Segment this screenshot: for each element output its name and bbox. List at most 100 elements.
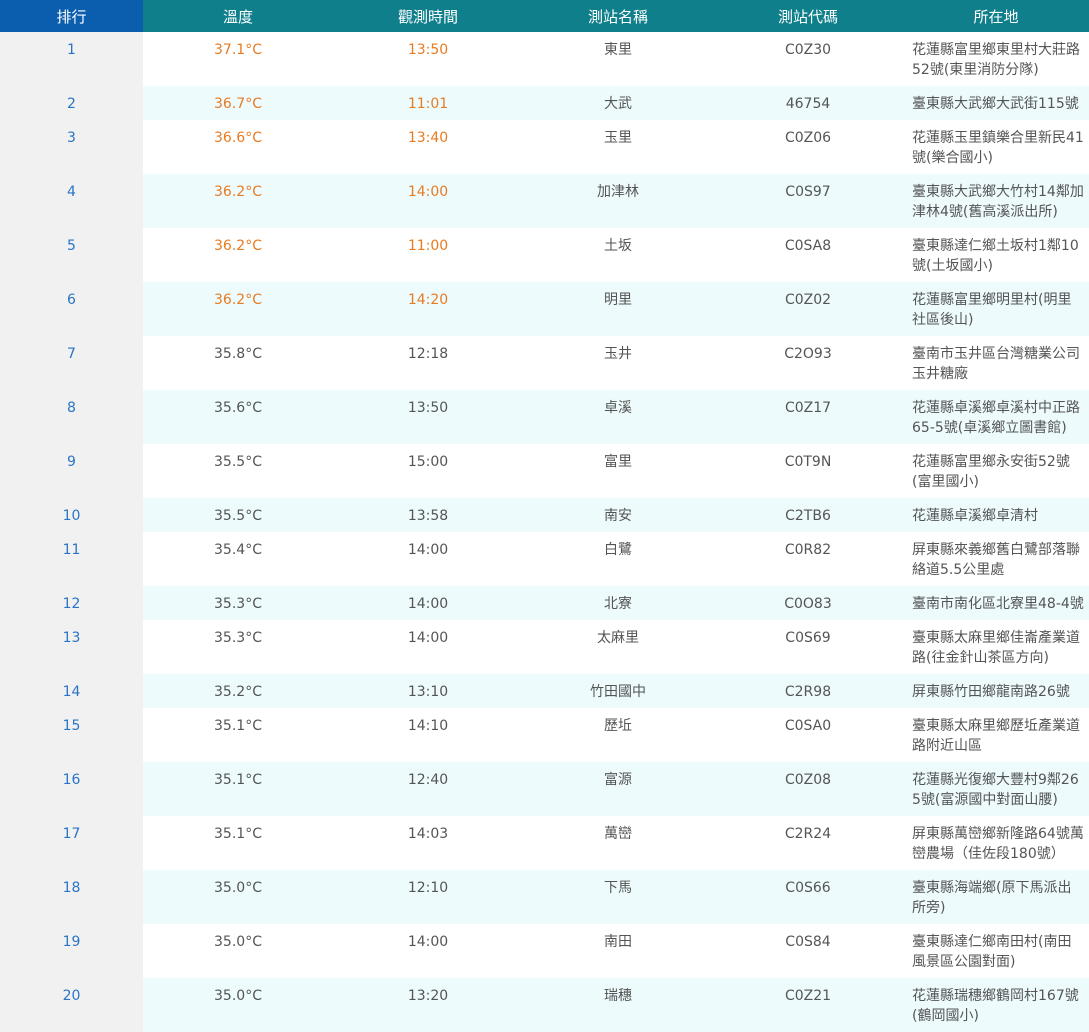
station-code-cell: C0SA8 (713, 228, 903, 282)
temperature-cell: 35.1°C (143, 762, 333, 816)
table-row: 10 35.5°C 13:58 南安 C2TB6 花蓮縣卓溪鄉卓清村 (0, 498, 1089, 532)
observation-time-cell: 13:40 (333, 120, 523, 174)
temperature-cell: 36.7°C (143, 86, 333, 120)
temperature-cell: 35.3°C (143, 620, 333, 674)
observation-time-cell: 13:20 (333, 978, 523, 1032)
observation-time-cell: 13:58 (333, 498, 523, 532)
station-name-cell: 明里 (523, 282, 713, 336)
temperature-cell: 37.1°C (143, 32, 333, 86)
header-rank[interactable]: 排行 (0, 0, 143, 32)
observation-time-cell: 14:20 (333, 282, 523, 336)
station-name-cell: 北寮 (523, 586, 713, 620)
station-code-cell: C0S97 (713, 174, 903, 228)
table-row: 14 35.2°C 13:10 竹田國中 C2R98 屏東縣竹田鄉龍南路26號 (0, 674, 1089, 708)
table-row: 18 35.0°C 12:10 下馬 C0S66 臺東縣海端鄉(原下馬派出所旁) (0, 870, 1089, 924)
table-row: 19 35.0°C 14:00 南田 C0S84 臺東縣達仁鄉南田村(南田風景區公園對面) (0, 924, 1089, 978)
observation-time-cell: 13:50 (333, 390, 523, 444)
location-cell: 花蓮縣卓溪鄉卓溪村中正路65-5號(卓溪鄉立圖書館) (903, 390, 1089, 444)
rank-cell: 19 (0, 924, 143, 978)
station-name-cell: 白鷺 (523, 532, 713, 586)
header-temperature[interactable]: 溫度 (143, 0, 333, 32)
temperature-cell: 35.0°C (143, 924, 333, 978)
station-name-cell: 南安 (523, 498, 713, 532)
observation-time-cell: 13:50 (333, 32, 523, 86)
station-name-cell: 富源 (523, 762, 713, 816)
station-name-cell: 下馬 (523, 870, 713, 924)
table-row: 6 36.2°C 14:20 明里 C0Z02 花蓮縣富里鄉明里村(明里社區後山) (0, 282, 1089, 336)
rank-cell: 20 (0, 978, 143, 1032)
table-row: 20 35.0°C 13:20 瑞穗 C0Z21 花蓮縣瑞穗鄉鶴岡村167號(鶴岡國小) (0, 978, 1089, 1032)
observation-time-cell: 14:03 (333, 816, 523, 870)
table-row: 8 35.6°C 13:50 卓溪 C0Z17 花蓮縣卓溪鄉卓溪村中正路65-5號(卓溪鄉… (0, 390, 1089, 444)
location-cell: 花蓮縣玉里鎮樂合里新民41號(樂合國小) (903, 120, 1089, 174)
station-code-cell: C2R24 (713, 816, 903, 870)
station-name-cell: 歷坵 (523, 708, 713, 762)
station-code-cell: C0T9N (713, 444, 903, 498)
observation-time-cell: 12:10 (333, 870, 523, 924)
temperature-cell: 35.2°C (143, 674, 333, 708)
temperature-cell: 36.2°C (143, 282, 333, 336)
station-code-cell: C0Z08 (713, 762, 903, 816)
temperature-cell: 35.8°C (143, 336, 333, 390)
header-observation-time[interactable]: 觀測時間 (333, 0, 523, 32)
rank-cell: 12 (0, 586, 143, 620)
rank-cell: 11 (0, 532, 143, 586)
header-station-name[interactable]: 測站名稱 (523, 0, 713, 32)
rank-cell: 2 (0, 86, 143, 120)
station-code-cell: C2TB6 (713, 498, 903, 532)
temperature-cell: 35.1°C (143, 816, 333, 870)
station-code-cell: C0O83 (713, 586, 903, 620)
observation-time-cell: 14:00 (333, 174, 523, 228)
table-row: 11 35.4°C 14:00 白鷺 C0R82 屏東縣來義鄉舊白鷺部落聯絡道5.5公里處 (0, 532, 1089, 586)
temperature-cell: 35.5°C (143, 498, 333, 532)
rank-cell: 13 (0, 620, 143, 674)
observation-time-cell: 14:00 (333, 586, 523, 620)
header-location[interactable]: 所在地 (903, 0, 1089, 32)
observation-time-cell: 12:40 (333, 762, 523, 816)
station-name-cell: 瑞穗 (523, 978, 713, 1032)
station-code-cell: C0Z17 (713, 390, 903, 444)
table-row: 5 36.2°C 11:00 土坂 C0SA8 臺東縣達仁鄉土坂村1鄰10號(土坂國小) (0, 228, 1089, 282)
location-cell: 臺東縣太麻里鄉歷坵產業道路附近山區 (903, 708, 1089, 762)
station-code-cell: C0R82 (713, 532, 903, 586)
rank-cell: 5 (0, 228, 143, 282)
rank-cell: 9 (0, 444, 143, 498)
station-code-cell: C0Z06 (713, 120, 903, 174)
location-cell: 臺南市玉井區台灣糖業公司玉井糖廠 (903, 336, 1089, 390)
temperature-cell: 36.2°C (143, 228, 333, 282)
observation-time-cell: 11:01 (333, 86, 523, 120)
temperature-cell: 35.0°C (143, 978, 333, 1032)
temperature-cell: 36.2°C (143, 174, 333, 228)
location-cell: 臺南市南化區北寮里48-4號 (903, 586, 1089, 620)
station-code-cell: C0S84 (713, 924, 903, 978)
temperature-cell: 35.0°C (143, 870, 333, 924)
rank-cell: 6 (0, 282, 143, 336)
station-code-cell: C0Z21 (713, 978, 903, 1032)
table-row: 1 37.1°C 13:50 東里 C0Z30 花蓮縣富里鄉東里村大莊路52號(東里消防分… (0, 32, 1089, 86)
location-cell: 臺東縣海端鄉(原下馬派出所旁) (903, 870, 1089, 924)
temperature-cell: 35.1°C (143, 708, 333, 762)
table-row: 15 35.1°C 14:10 歷坵 C0SA0 臺東縣太麻里鄉歷坵產業道路附近山區 (0, 708, 1089, 762)
observation-time-cell: 14:10 (333, 708, 523, 762)
station-name-cell: 卓溪 (523, 390, 713, 444)
temperature-cell: 35.6°C (143, 390, 333, 444)
temperature-cell: 36.6°C (143, 120, 333, 174)
rank-cell: 15 (0, 708, 143, 762)
temperature-cell: 35.4°C (143, 532, 333, 586)
table-row: 7 35.8°C 12:18 玉井 C2O93 臺南市玉井區台灣糖業公司玉井糖廠 (0, 336, 1089, 390)
location-cell: 臺東縣大武鄉大武街115號 (903, 86, 1089, 120)
table-row: 13 35.3°C 14:00 太麻里 C0S69 臺東縣太麻里鄉佳崙產業道路(往金針山茶… (0, 620, 1089, 674)
station-name-cell: 富里 (523, 444, 713, 498)
table-row: 12 35.3°C 14:00 北寮 C0O83 臺南市南化區北寮里48-4號 (0, 586, 1089, 620)
station-code-cell: C0Z02 (713, 282, 903, 336)
observation-time-cell: 11:00 (333, 228, 523, 282)
table-row: 17 35.1°C 14:03 萬巒 C2R24 屏東縣萬巒鄉新隆路64號萬巒農場（佳佐段… (0, 816, 1089, 870)
table-header: 排行 溫度 觀測時間 測站名稱 測站代碼 所在地 (0, 0, 1089, 32)
rank-cell: 1 (0, 32, 143, 86)
rank-cell: 18 (0, 870, 143, 924)
location-cell: 臺東縣達仁鄉土坂村1鄰10號(土坂國小) (903, 228, 1089, 282)
table-row: 4 36.2°C 14:00 加津林 C0S97 臺東縣大武鄉大竹村14鄰加津林4號(舊高… (0, 174, 1089, 228)
temperature-cell: 35.3°C (143, 586, 333, 620)
header-station-code[interactable]: 測站代碼 (713, 0, 903, 32)
observation-time-cell: 14:00 (333, 924, 523, 978)
